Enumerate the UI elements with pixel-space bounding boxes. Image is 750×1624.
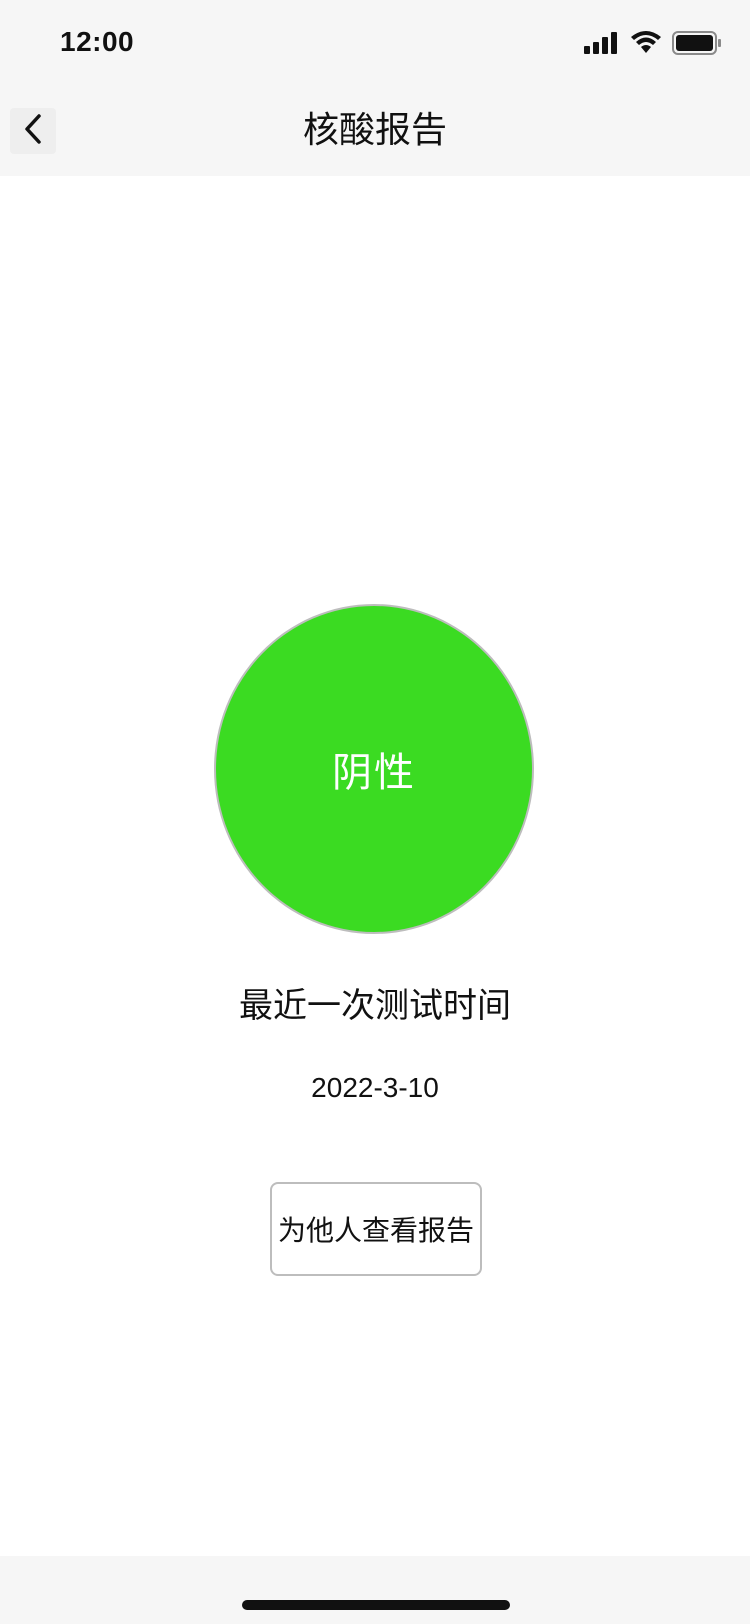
status-bar: 12:00 [0,0,750,88]
home-indicator[interactable] [242,1600,510,1610]
check-others-report-button[interactable]: 为他人查看报告 [270,1182,482,1276]
status-icons [584,30,722,60]
last-test-date: 2022-3-10 [311,1072,439,1103]
result-status-circle: 阴性 [214,604,534,934]
cellular-signal-icon [584,32,620,58]
last-test-label: 最近一次测试时间 [239,986,511,1026]
status-time: 12:00 [60,26,135,57]
result-status-text: 阴性 [332,750,416,796]
page-title: 核酸报告 [302,110,447,151]
bottom-bar [0,1556,750,1624]
nav-bar: 核酸报告 [0,88,750,176]
battery-icon [672,31,722,59]
wifi-icon [630,31,662,59]
